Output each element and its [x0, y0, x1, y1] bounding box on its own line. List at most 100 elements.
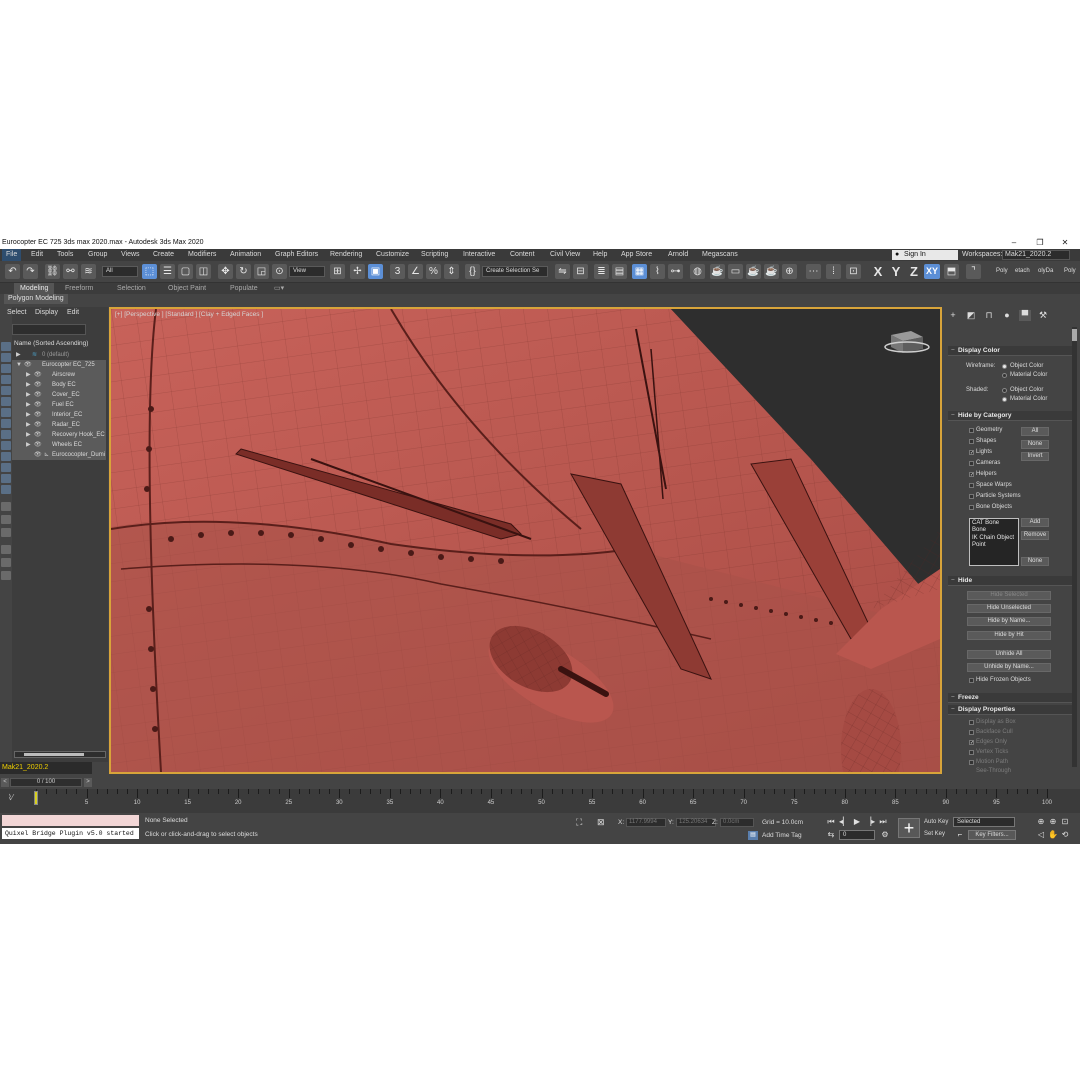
- display-cameras-icon[interactable]: [1, 408, 11, 417]
- set-key-button[interactable]: Set Key: [924, 830, 950, 840]
- selection-filter-dropdown[interactable]: All: [102, 266, 138, 277]
- geometry-checkbox[interactable]: [969, 428, 974, 433]
- render-iterative-icon[interactable]: ☕: [764, 264, 779, 279]
- vertex-ticks-checkbox[interactable]: [969, 750, 974, 755]
- spinner-snap-icon[interactable]: ⇕: [444, 264, 459, 279]
- key-mode-dropdown[interactable]: Selected: [953, 817, 1015, 827]
- snaps-toggle-icon[interactable]: 3: [390, 264, 405, 279]
- add-time-tag[interactable]: Add Time Tag: [762, 832, 802, 839]
- scale-icon[interactable]: ◲: [254, 264, 269, 279]
- layer-row[interactable]: ▶ ≋ 0 (default): [12, 350, 106, 360]
- object-row[interactable]: ▶ 👁 Airscrew: [12, 370, 106, 380]
- object-row[interactable]: ▶ 👁 Fuel EC: [12, 400, 106, 410]
- previous-frame-icon[interactable]: ◂▏: [839, 817, 849, 827]
- scene-menu-select[interactable]: Select: [7, 307, 26, 319]
- hide-frozen-checkbox[interactable]: [969, 678, 974, 683]
- category-invert-button[interactable]: Invert: [1021, 452, 1049, 461]
- display-frozen-icon[interactable]: [1, 485, 11, 494]
- wireframe-material-color-radio[interactable]: [1002, 373, 1007, 378]
- object-row[interactable]: ▶ 👁 Wheels EC: [12, 440, 106, 450]
- close-button[interactable]: ✕: [1054, 237, 1076, 249]
- rotate-icon[interactable]: ↻: [236, 264, 251, 279]
- menu-tools[interactable]: Tools: [57, 249, 73, 261]
- display-shapes-icon[interactable]: [1, 386, 11, 395]
- scrollbar-thumb[interactable]: [24, 753, 84, 756]
- y-coord-field[interactable]: 125.20634: [676, 818, 716, 827]
- key-mode-icon[interactable]: ⇆: [826, 830, 836, 840]
- menu-app-store[interactable]: App Store: [621, 249, 652, 261]
- axis-y-button[interactable]: Y: [888, 264, 904, 279]
- workspace-dropdown[interactable]: Mak21_2020.2: [1002, 250, 1070, 260]
- display-references-icon[interactable]: [1, 528, 11, 537]
- time-config-icon[interactable]: ⚙: [880, 830, 890, 840]
- tab-modeling[interactable]: Modeling: [14, 283, 55, 294]
- track-bar[interactable]: ⌇⁄ 5 10 15 20 25 30 35 40 45 50 55 60 65 70 75 80 85 90 95…: [0, 789, 1080, 813]
- key-filters-button[interactable]: Key Filters...: [968, 830, 1016, 840]
- find-icon[interactable]: [1, 545, 11, 554]
- wireframe-object-color-radio[interactable]: [1002, 364, 1007, 369]
- category-all-button[interactable]: All: [1021, 427, 1049, 436]
- visibility-eye-icon[interactable]: 👁: [34, 410, 42, 420]
- curve-editor-icon[interactable]: ⌇: [650, 264, 665, 279]
- rect-selection-icon[interactable]: ▢: [178, 264, 193, 279]
- create-tab-icon[interactable]: +: [947, 310, 959, 321]
- hierarchy-tab-icon[interactable]: ⊓: [983, 310, 995, 321]
- scene-menu-display[interactable]: Display: [35, 307, 58, 319]
- next-frame-icon[interactable]: ▕▸: [865, 817, 875, 827]
- display-as-box-checkbox[interactable]: [969, 720, 974, 725]
- axis-xy-button[interactable]: XY: [924, 264, 940, 279]
- zoom-icon[interactable]: ⊕: [1036, 817, 1046, 827]
- category-remove-button[interactable]: Remove: [1021, 531, 1049, 540]
- pivot-center-icon[interactable]: ⊞: [330, 264, 345, 279]
- bend-icon[interactable]: ⌝: [966, 264, 981, 279]
- axis-x-button[interactable]: X: [870, 264, 886, 279]
- scene-search-input[interactable]: [12, 324, 86, 335]
- key-filters-icon[interactable]: ⌐: [955, 830, 965, 840]
- object-row[interactable]: ▶ 👁 Interior_EC: [12, 410, 106, 420]
- cameras-checkbox[interactable]: [969, 461, 974, 466]
- menu-content[interactable]: Content: [510, 249, 535, 261]
- reference-coordinate-dropdown[interactable]: View: [289, 266, 325, 277]
- array-icon[interactable]: ⁞: [826, 264, 841, 279]
- time-slider-prev-button[interactable]: <: [1, 778, 9, 787]
- polygon-modeling-panel[interactable]: Polygon Modeling: [4, 294, 68, 304]
- visibility-eye-icon[interactable]: 👁: [34, 400, 42, 410]
- object-row-root[interactable]: ▼ 👁 Eurocopter EC_725: [12, 360, 106, 370]
- percent-snap-icon[interactable]: %: [426, 264, 441, 279]
- playhead[interactable]: [34, 791, 38, 805]
- display-containers-icon[interactable]: [1, 474, 11, 483]
- rollout-freeze[interactable]: Freeze: [948, 693, 1072, 703]
- menu-graph-editors[interactable]: Graph Editors: [275, 249, 318, 261]
- visibility-eye-icon[interactable]: 👁: [34, 390, 42, 400]
- perspective-viewport[interactable]: [+] [Perspective ] [Standard ] [Clay + E…: [109, 307, 942, 774]
- tab-freeform[interactable]: Freeform: [65, 283, 93, 294]
- viewport-label-menu[interactable]: [+] [Perspective ] [Standard ] [Clay + E…: [115, 311, 263, 318]
- category-list-none-button[interactable]: None: [1021, 557, 1049, 566]
- category-list-item[interactable]: CAT Bone: [972, 520, 1016, 527]
- object-row[interactable]: ▶ 👁 Cover_EC: [12, 390, 106, 400]
- toggle-scene-explorer-icon[interactable]: ≣: [594, 264, 609, 279]
- x-coord-field[interactable]: 1177.9994: [626, 818, 666, 827]
- window-crossing-icon[interactable]: ◫: [196, 264, 211, 279]
- menu-rendering[interactable]: Rendering: [330, 249, 362, 261]
- menu-animation[interactable]: Animation: [230, 249, 261, 261]
- zoom-all-icon[interactable]: ⊕: [1048, 817, 1058, 827]
- named-selection-sets-dropdown[interactable]: Create Selection Se: [482, 266, 548, 277]
- keyboard-shortcut-override-icon[interactable]: ▣: [368, 264, 383, 279]
- expand-arrow-icon[interactable]: ▶: [26, 430, 31, 440]
- redo-icon[interactable]: ↷: [23, 264, 38, 279]
- current-frame-field[interactable]: 0: [839, 830, 875, 840]
- render-production-icon[interactable]: ☕: [746, 264, 761, 279]
- frame-display[interactable]: 0 / 100: [10, 778, 82, 787]
- visibility-eye-icon[interactable]: 👁: [34, 450, 42, 460]
- visibility-eye-icon[interactable]: 👁: [34, 430, 42, 440]
- object-row[interactable]: ▶ 👁 Recovery Hook_EC: [12, 430, 106, 440]
- menu-modifiers[interactable]: Modifiers: [188, 249, 216, 261]
- visibility-eye-icon[interactable]: 👁: [34, 380, 42, 390]
- tab-selection[interactable]: Selection: [117, 283, 146, 294]
- rollout-hide-by-category[interactable]: Hide by Category: [948, 411, 1072, 421]
- selection-lock-icon[interactable]: ⊠: [597, 817, 605, 828]
- edit-named-selection-icon[interactable]: {}: [465, 264, 480, 279]
- menu-arnold[interactable]: Arnold: [668, 249, 688, 261]
- placement-icon[interactable]: ⊙: [272, 264, 287, 279]
